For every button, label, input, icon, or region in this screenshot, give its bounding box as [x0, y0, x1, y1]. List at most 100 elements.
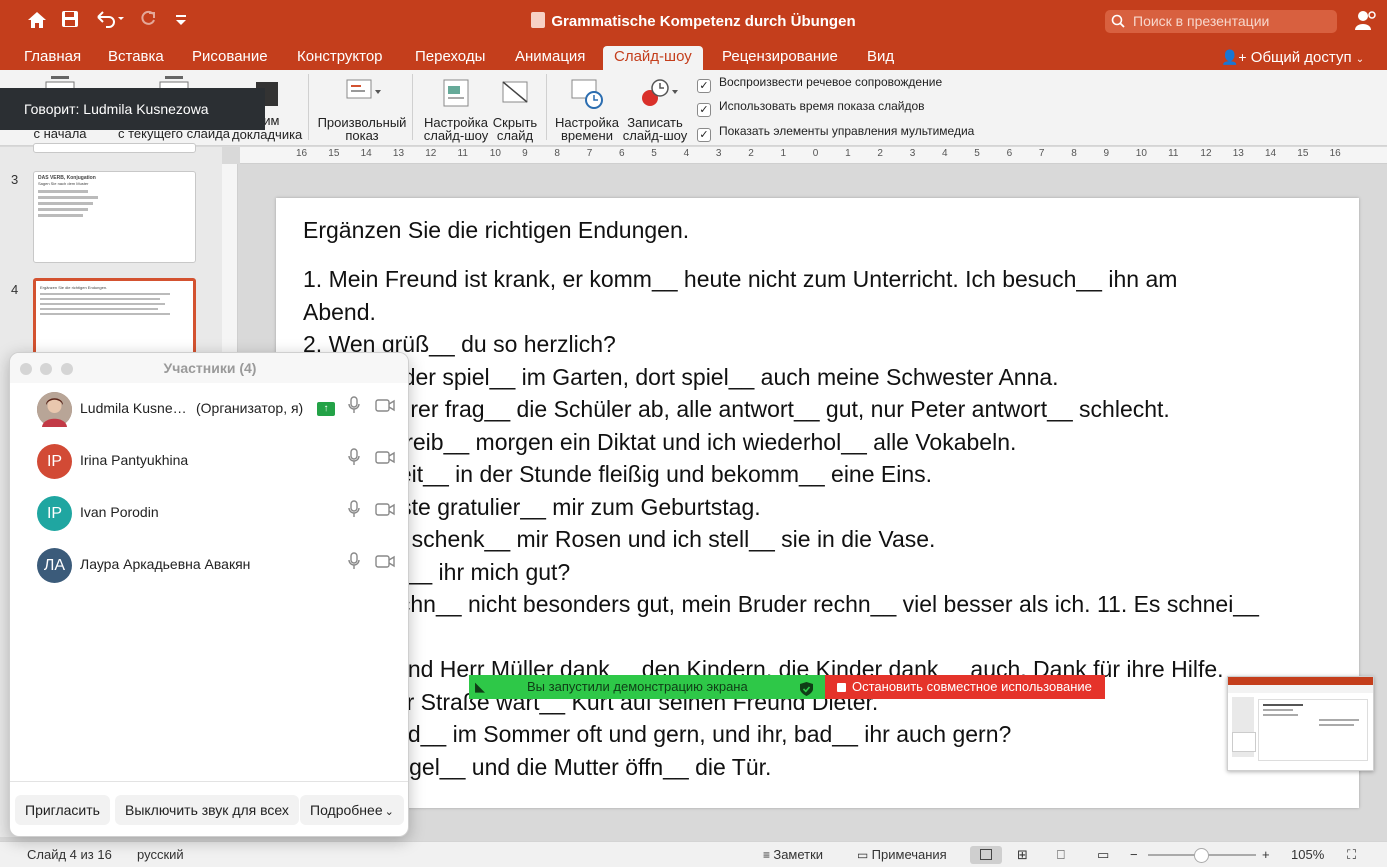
- tab-review[interactable]: Рецензирование: [711, 46, 849, 70]
- tab-design[interactable]: Конструктор: [286, 46, 394, 70]
- ruler-tick-label: 5: [651, 148, 657, 159]
- ruler-tick-label: 7: [586, 148, 593, 159]
- ruler-tick-label: 2: [877, 148, 883, 159]
- tab-home[interactable]: Главная: [13, 46, 92, 70]
- slideshow-view-button[interactable]: ▭: [1097, 842, 1109, 867]
- tab-view[interactable]: Вид: [856, 46, 905, 70]
- ruler-tick-label: 7: [1038, 148, 1045, 159]
- tab-slideshow[interactable]: Слайд-шоу: [603, 46, 703, 70]
- stop-icon: [837, 683, 846, 692]
- camera-icon[interactable]: [375, 399, 395, 417]
- ruler-tick-label: 3: [715, 148, 722, 159]
- ruler-tick-label: 3: [909, 148, 916, 159]
- ruler-tick-label: 16: [1329, 148, 1341, 159]
- microphone-icon[interactable]: [348, 448, 360, 471]
- ruler-tick-label: 14: [360, 148, 372, 159]
- screen-share-status-bar[interactable]: ◣ Вы запустили демонстрацию экрана: [469, 675, 825, 699]
- slide-text-line: Ergänzen Sie die richtigen Endungen.: [303, 217, 690, 243]
- avatar: ЛА: [37, 548, 72, 583]
- reading-view-button[interactable]: ⎕: [1057, 842, 1065, 867]
- slide-canvas[interactable]: Ergänzen Sie die richtigen Endungen. 1. M…: [276, 198, 1359, 808]
- camera-icon[interactable]: [375, 503, 395, 521]
- setup-slideshow-button[interactable]: Настройка слайд-шоу: [420, 76, 492, 142]
- normal-view-button[interactable]: [970, 846, 1002, 864]
- ruler-tick-label: 4: [942, 148, 948, 159]
- speaking-indicator: Говорит: Ludmila Kusnezowa: [0, 88, 265, 130]
- ruler-tick-label: 6: [619, 148, 625, 159]
- ruler-tick-label: 13: [392, 148, 405, 159]
- grid-icon: ⊞: [1017, 847, 1028, 862]
- ruler-tick-label: 14: [1265, 148, 1277, 159]
- slide-text-line: 1. Mein Freund ist krank, er komm__ heut…: [303, 266, 1178, 292]
- avatar: [37, 392, 72, 427]
- participant-row[interactable]: Ludmila Kusne… (Организатор, я) ↑: [10, 383, 408, 435]
- zoom-in-button[interactable]: +: [1262, 842, 1270, 867]
- share-handle-icon: ◣: [475, 679, 485, 694]
- rehearse-timings-button[interactable]: Настройка времени: [554, 76, 620, 142]
- participant-row[interactable]: ЛА Лаура Аркадьевна Авакян: [10, 539, 408, 591]
- language-indicator[interactable]: русский: [137, 842, 184, 867]
- horizontal-ruler: 16 15 14 13 12 11 10 9 8 7 6 5 4 3 2 1 0 1 2 3 4 5 6 7 8 9 10 11 12 1…: [240, 147, 1387, 164]
- microphone-icon[interactable]: [348, 500, 360, 523]
- tab-animations[interactable]: Анимация: [504, 46, 596, 70]
- slide-thumbnail-2[interactable]: [33, 143, 196, 153]
- ribbon-separator: [308, 74, 309, 140]
- slide-thumbnail-3[interactable]: DAS VERB, Konjugation Sagen Sie nach dem…: [33, 171, 196, 263]
- microphone-icon[interactable]: [348, 552, 360, 575]
- title-bar: Grammatische Kompetenz durch Übungen Пои…: [0, 0, 1387, 43]
- status-bar: Слайд 4 из 16 русский ≡ Заметки ▭ Примеч…: [0, 841, 1387, 867]
- ruler-tick-label: 6: [1006, 148, 1013, 159]
- slide-text-line: 3. Die Kinder spiel__ im Garten, dort sp…: [303, 363, 1059, 390]
- account-icon[interactable]: [1354, 9, 1376, 37]
- slide-sorter-button[interactable]: ⊞: [1017, 842, 1028, 867]
- play-narrations-checkbox[interactable]: ✓ Воспроизвести речевое сопровождение: [697, 74, 942, 93]
- close-window-icon[interactable]: [20, 363, 32, 375]
- zoom-window-icon[interactable]: [61, 363, 73, 375]
- ruler-tick-label: 5: [974, 148, 980, 159]
- custom-show-button[interactable]: Произвольный показ: [316, 76, 408, 142]
- ruler-tick-label: 0: [812, 148, 819, 159]
- notes-button[interactable]: ≡ Заметки: [763, 842, 823, 867]
- more-button[interactable]: Подробнее ⌄: [300, 795, 404, 825]
- comments-button[interactable]: ▭ Примечания: [857, 842, 947, 867]
- tab-insert[interactable]: Вставка: [97, 46, 175, 70]
- camera-icon[interactable]: [375, 451, 395, 469]
- chevron-down-icon: ⌄: [384, 806, 394, 818]
- ruler-tick-label: 4: [683, 148, 690, 159]
- notes-icon: ≡: [763, 848, 774, 862]
- rehearse-timings-icon: [554, 76, 620, 110]
- mute-all-button[interactable]: Выключить звук для всех: [115, 795, 299, 825]
- ruler-tick-label: 11: [1168, 148, 1179, 159]
- ribbon-tabs: Главная Вставка Рисование Конструктор Пе…: [0, 43, 1387, 70]
- use-timings-checkbox[interactable]: ✓ Использовать время показа слайдов: [697, 98, 925, 117]
- record-slideshow-icon: [620, 76, 690, 110]
- stop-sharing-button[interactable]: Остановить совместное использование: [825, 675, 1105, 699]
- ruler-tick-label: 16: [296, 148, 308, 159]
- checkmark-icon: ✓: [697, 79, 711, 93]
- invite-button[interactable]: Пригласить: [15, 795, 110, 825]
- zoom-slider-handle[interactable]: [1194, 848, 1209, 863]
- microphone-icon[interactable]: [348, 396, 360, 419]
- tab-draw[interactable]: Рисование: [181, 46, 279, 70]
- participant-row[interactable]: IP Irina Pantyukhina: [10, 435, 408, 487]
- ruler-tick-label: 1: [780, 148, 787, 159]
- share-preview-thumbnail[interactable]: [1227, 676, 1374, 771]
- share-button[interactable]: 👤+ Общий доступ ⌄: [1210, 46, 1375, 70]
- slide-text-line: Abend.: [303, 298, 376, 325]
- fit-to-window-icon[interactable]: ⛶: [1347, 842, 1356, 867]
- minimize-window-icon[interactable]: [40, 363, 52, 375]
- participant-row[interactable]: IP Ivan Porodin: [10, 487, 408, 539]
- camera-icon[interactable]: [375, 555, 395, 573]
- slide-thumbnail-4[interactable]: Ergänzen Sie die richtigen Endungen.: [33, 278, 196, 358]
- search-input[interactable]: Поиск в презентации: [1105, 10, 1337, 33]
- tab-transitions[interactable]: Переходы: [404, 46, 496, 70]
- normal-view-icon: [980, 849, 992, 860]
- hide-slide-button[interactable]: Скрыть слайд: [491, 76, 539, 142]
- ruler-tick-label: 15: [1297, 148, 1309, 159]
- zoom-out-button[interactable]: −: [1130, 842, 1138, 867]
- ruler-tick-label: 15: [328, 148, 340, 159]
- zoom-level[interactable]: 105%: [1291, 842, 1324, 867]
- show-media-controls-checkbox[interactable]: ✓ Показать элементы управления мультимеди…: [697, 123, 974, 142]
- record-slideshow-button[interactable]: Записать слайд-шоу: [620, 76, 690, 142]
- ribbon-separator: [546, 74, 547, 140]
